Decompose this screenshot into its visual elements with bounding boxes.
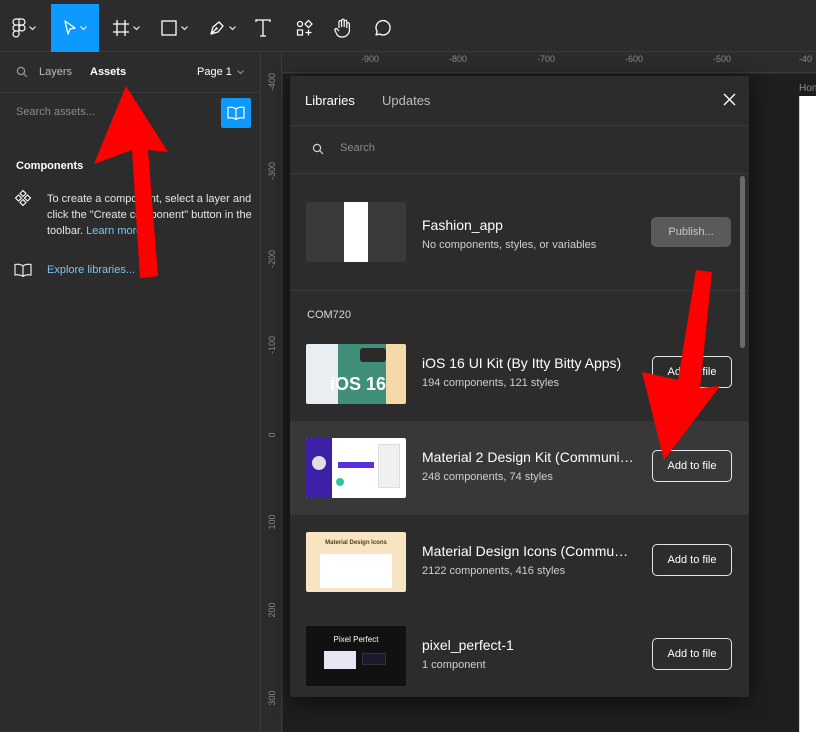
chevron-down-icon (133, 25, 140, 30)
tab-libraries[interactable]: Libraries (305, 93, 355, 108)
ruler-label: -700 (537, 54, 556, 64)
ruler-label: 0 (267, 432, 277, 438)
hand-icon (334, 18, 350, 38)
hand-tool-button[interactable] (330, 4, 356, 52)
text-icon (255, 19, 271, 37)
ruler-label: -800 (449, 54, 468, 64)
ruler-label: -600 (625, 54, 644, 64)
resources-icon (296, 19, 313, 36)
thumbnail-text: Pixel Perfect (333, 635, 379, 644)
cursor-icon (64, 20, 76, 35)
add-to-file-button[interactable]: Add to file (652, 544, 732, 576)
team-library-button[interactable] (221, 98, 251, 128)
ruler-label: -300 (267, 162, 277, 181)
ruler-label: -500 (713, 54, 732, 64)
tab-assets[interactable]: Assets (90, 66, 126, 78)
page-selector[interactable]: Page 1 (197, 66, 232, 78)
chevron-down-icon (29, 25, 36, 30)
ruler-label: -200 (267, 250, 277, 269)
book-icon (14, 263, 32, 277)
library-thumbnail: Material Design Icons (306, 532, 406, 592)
resources-tool-button[interactable] (290, 4, 318, 52)
tab-updates[interactable]: Updates (382, 93, 430, 108)
modal-header: Libraries Updates (290, 76, 749, 126)
frame-icon (113, 20, 129, 36)
library-meta: 1 component (422, 659, 486, 671)
rectangle-icon (161, 20, 177, 36)
ruler-label: -100 (267, 336, 277, 355)
chevron-down-icon (181, 25, 188, 30)
thumbnail-text: Material Design Icons (325, 540, 387, 546)
library-name: Material 2 Design Kit (Community) (422, 449, 634, 465)
comment-icon (375, 19, 391, 36)
figma-logo-icon (12, 18, 26, 38)
pen-tool-button[interactable] (202, 4, 242, 52)
library-name: pixel_perfect-1 (422, 637, 514, 653)
move-tool-button[interactable] (51, 4, 99, 52)
library-name: iOS 16 UI Kit (By Itty Bitty Apps) (422, 355, 622, 371)
chevron-down-icon (229, 25, 236, 30)
search-assets-input[interactable]: Search assets... (16, 106, 95, 118)
library-name: Material Design Icons (Community) (422, 543, 634, 559)
library-meta: 2122 components, 416 styles (422, 565, 566, 577)
library-row[interactable]: Pixel Perfect pixel_perfect-1 1 componen… (290, 609, 749, 697)
file-meta: No components, styles, or variables (422, 239, 597, 251)
team-label: COM720 (307, 309, 352, 321)
shape-tool-button[interactable] (154, 4, 194, 52)
ruler-label: -900 (361, 54, 380, 64)
pen-icon (210, 21, 224, 35)
annotation-arrow-up (94, 86, 168, 278)
ruler-label: 100 (267, 514, 277, 530)
add-to-file-button[interactable]: Add to file (652, 638, 732, 670)
close-icon[interactable] (723, 93, 736, 106)
modal-scrollbar[interactable] (740, 176, 745, 348)
chevron-down-icon (237, 70, 244, 75)
publish-button[interactable]: Publish... (651, 217, 731, 247)
library-meta: 194 components, 121 styles (422, 377, 559, 389)
library-search[interactable]: Search (290, 126, 749, 174)
annotation-arrow-down (642, 270, 720, 460)
library-thumbnail: Pixel Perfect (306, 626, 406, 686)
component-icon (14, 189, 32, 207)
library-meta: 248 components, 74 styles (422, 471, 553, 483)
components-heading: Components (16, 160, 84, 172)
comment-tool-button[interactable] (370, 4, 396, 52)
library-row[interactable]: Material Design Icons Material Design Ic… (290, 515, 749, 609)
ruler-label: -400 (267, 73, 277, 92)
library-thumbnail (306, 438, 406, 498)
frame-label[interactable]: Hon (799, 83, 816, 94)
library-search-input[interactable]: Search (340, 142, 375, 154)
book-icon (227, 106, 245, 120)
canvas-frame[interactable] (799, 96, 816, 732)
ruler-label: 200 (267, 602, 277, 618)
chevron-down-icon (80, 25, 87, 30)
tab-layers[interactable]: Layers (39, 66, 72, 78)
library-thumbnail: iOS 16 (306, 344, 406, 404)
file-thumbnail (306, 202, 406, 262)
ruler-label: -40 (799, 54, 813, 64)
file-name: Fashion_app (422, 217, 503, 233)
search-icon (312, 143, 324, 155)
toolbar (0, 0, 816, 52)
ruler-label: 300 (267, 690, 277, 706)
vertical-ruler: -400 -300 -200 -100 0 100 200 300 (262, 53, 282, 732)
thumbnail-text: iOS 16 (330, 374, 387, 394)
horizontal-ruler: -900 -800 -700 -600 -500 -40 (282, 53, 816, 73)
main-menu-button[interactable] (0, 4, 48, 52)
frame-tool-button[interactable] (106, 4, 146, 52)
search-icon[interactable] (16, 66, 28, 78)
text-tool-button[interactable] (250, 4, 276, 52)
